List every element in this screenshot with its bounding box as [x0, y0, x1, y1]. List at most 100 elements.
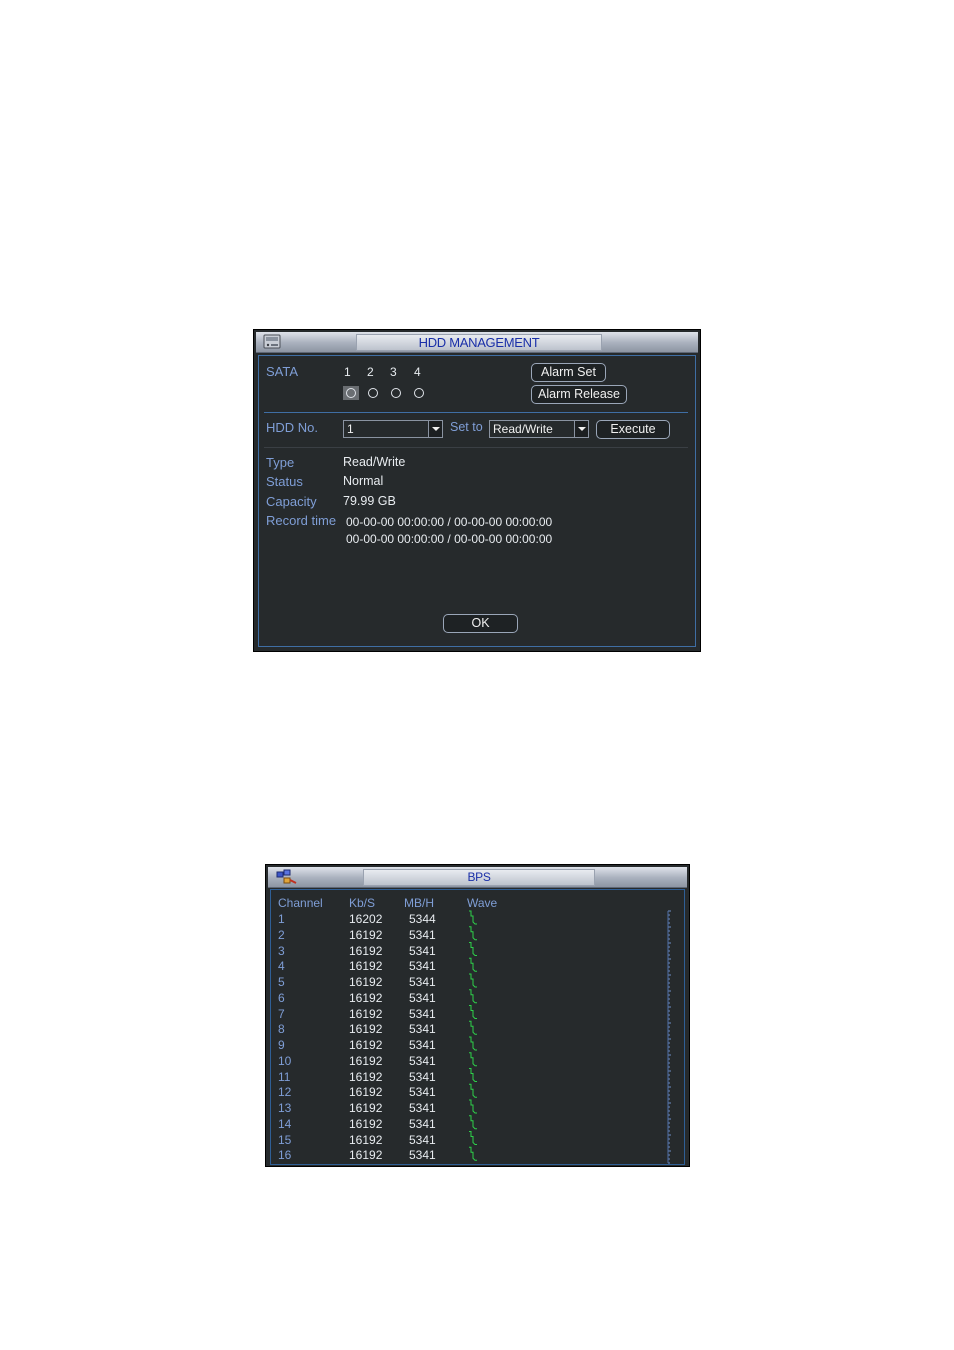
channel-cell: 14 — [278, 1116, 292, 1131]
separator — [264, 412, 688, 413]
sata-port-4-label: 4 — [414, 365, 421, 379]
mbh-cell: 5344 — [409, 912, 436, 926]
mbh-header: MB/H — [404, 896, 434, 910]
mbh-cell: 5341 — [409, 1053, 436, 1068]
mbh-cell: 5341 — [409, 1132, 436, 1147]
kbs-cell: 16192 — [349, 1116, 383, 1131]
sata-port-1-label: 1 — [344, 365, 351, 379]
kbs-cell: 16192 — [349, 1132, 383, 1147]
hdd-no-select[interactable]: 1 — [343, 420, 443, 438]
channel-cell: 6 — [278, 990, 285, 1005]
alarm-set-button[interactable]: Alarm Set — [531, 363, 606, 382]
channel-cell: 13 — [278, 1101, 292, 1115]
mbh-cell: 5341 — [409, 1116, 436, 1131]
wave-trace — [469, 1131, 477, 1145]
mbh-cell: 5341 — [409, 1101, 436, 1115]
kbs-cell: 16202 — [349, 912, 383, 926]
wave-trace — [469, 1036, 477, 1051]
mbh-cell: 5341 — [409, 1069, 436, 1084]
table-row: 13 16192 5341 — [278, 1101, 458, 1117]
kbs-cell: 16192 — [349, 1053, 383, 1068]
table-row: 7 16192 5341 — [278, 1007, 458, 1023]
type-value: Read/Write — [343, 455, 406, 469]
channel-cell: 11 — [278, 1069, 291, 1084]
sata-port-2-radio[interactable] — [368, 388, 378, 398]
kbs-cell: 16192 — [349, 1085, 383, 1100]
wave-trace — [469, 1115, 477, 1130]
mbh-cell: 5341 — [409, 975, 436, 989]
separator — [264, 447, 688, 448]
table-row: 12 16192 5341 — [278, 1085, 458, 1101]
channel-cell: 16 — [278, 1148, 292, 1163]
mbh-cell: 5341 — [409, 927, 436, 942]
channel-cell: 10 — [278, 1053, 292, 1068]
record-time-label: Record time — [266, 513, 337, 528]
hdd-no-value: 1 — [347, 422, 354, 436]
ok-button[interactable]: OK — [443, 614, 518, 633]
wave-trace — [469, 973, 477, 988]
table-row: 15 16192 5341 — [278, 1133, 458, 1149]
wave-trace — [469, 1020, 477, 1035]
channel-cell: 1 — [278, 912, 285, 926]
sata-port-4-radio[interactable] — [414, 388, 424, 398]
sata-port-1-radio[interactable] — [346, 388, 356, 398]
type-label: Type — [266, 455, 295, 470]
hdd-title-bar: HDD MANAGEMENT — [256, 332, 698, 353]
execute-button[interactable]: Execute — [596, 420, 670, 439]
mbh-cell: 5341 — [409, 1148, 436, 1163]
sata-port-3-label: 3 — [390, 365, 397, 379]
table-row: 11 16192 5341 — [278, 1070, 458, 1086]
channel-cell: 9 — [278, 1038, 285, 1052]
kbs-cell: 16192 — [349, 1006, 383, 1021]
kbs-cell: 16192 — [349, 990, 383, 1005]
table-row: 14 16192 5341 — [278, 1117, 458, 1133]
mbh-cell: 5341 — [409, 1022, 436, 1037]
channel-header: Channel — [278, 896, 323, 910]
mbh-cell: 5341 — [409, 1038, 436, 1052]
wave-trace — [469, 910, 477, 925]
channel-cell: 2 — [278, 927, 285, 942]
wave-trace — [469, 1068, 477, 1082]
wave-header: Wave — [467, 896, 498, 910]
mbh-cell: 5341 — [409, 959, 436, 974]
mbh-cell: 5341 — [409, 990, 436, 1005]
alarm-release-button[interactable]: Alarm Release — [531, 385, 627, 404]
wave-trace — [469, 926, 477, 941]
table-row: 2 16192 5341 — [278, 928, 458, 944]
channel-cell: 15 — [278, 1132, 292, 1147]
table-row: 10 16192 5341 — [278, 1054, 458, 1070]
bps-title-bar: BPS — [268, 867, 687, 888]
chevron-down-icon[interactable] — [574, 421, 588, 437]
window-title: HDD MANAGEMENT — [356, 334, 602, 351]
set-to-label: Set to — [450, 420, 483, 434]
kbs-cell: 16192 — [349, 1101, 383, 1115]
channel-cell: 7 — [278, 1006, 285, 1021]
channel-cell: 12 — [278, 1085, 292, 1100]
wave-trace — [469, 1052, 477, 1067]
wave-trace — [469, 942, 477, 956]
window-title: BPS — [363, 869, 595, 886]
status-value: Normal — [343, 474, 384, 488]
kbs-cell: 16192 — [349, 959, 383, 974]
channel-cell: 4 — [278, 959, 285, 974]
sata-port-3-radio[interactable] — [391, 388, 401, 398]
table-row: 16 16192 5341 — [278, 1148, 458, 1164]
capacity-value: 79.99 GB — [343, 494, 396, 508]
chevron-down-icon[interactable] — [428, 421, 442, 437]
table-row: 5 16192 5341 — [278, 975, 458, 991]
bps-window: BPS Channel Kb/S MB/H Wave 1 16202 5344 2 16… — [265, 864, 690, 1167]
wave-trace — [469, 1005, 477, 1019]
kbs-cell: 16192 — [349, 1022, 383, 1037]
sata-label: SATA — [266, 364, 299, 379]
hdd-no-label: HDD No. — [266, 420, 319, 435]
table-row: 6 16192 5341 — [278, 991, 458, 1007]
kbs-cell: 16192 — [349, 943, 383, 958]
mbh-cell: 5341 — [409, 943, 436, 958]
wave-trace — [469, 1146, 477, 1161]
kbs-cell: 16192 — [349, 1038, 383, 1052]
hdd-management-window: HDD MANAGEMENT SATA 1 2 3 4 Alarm Set Al… — [253, 329, 701, 652]
channel-cell: 8 — [278, 1022, 285, 1037]
channel-cell: 3 — [278, 943, 285, 958]
set-to-select[interactable]: Read/Write — [489, 420, 589, 438]
kbs-cell: 16192 — [349, 1148, 383, 1163]
